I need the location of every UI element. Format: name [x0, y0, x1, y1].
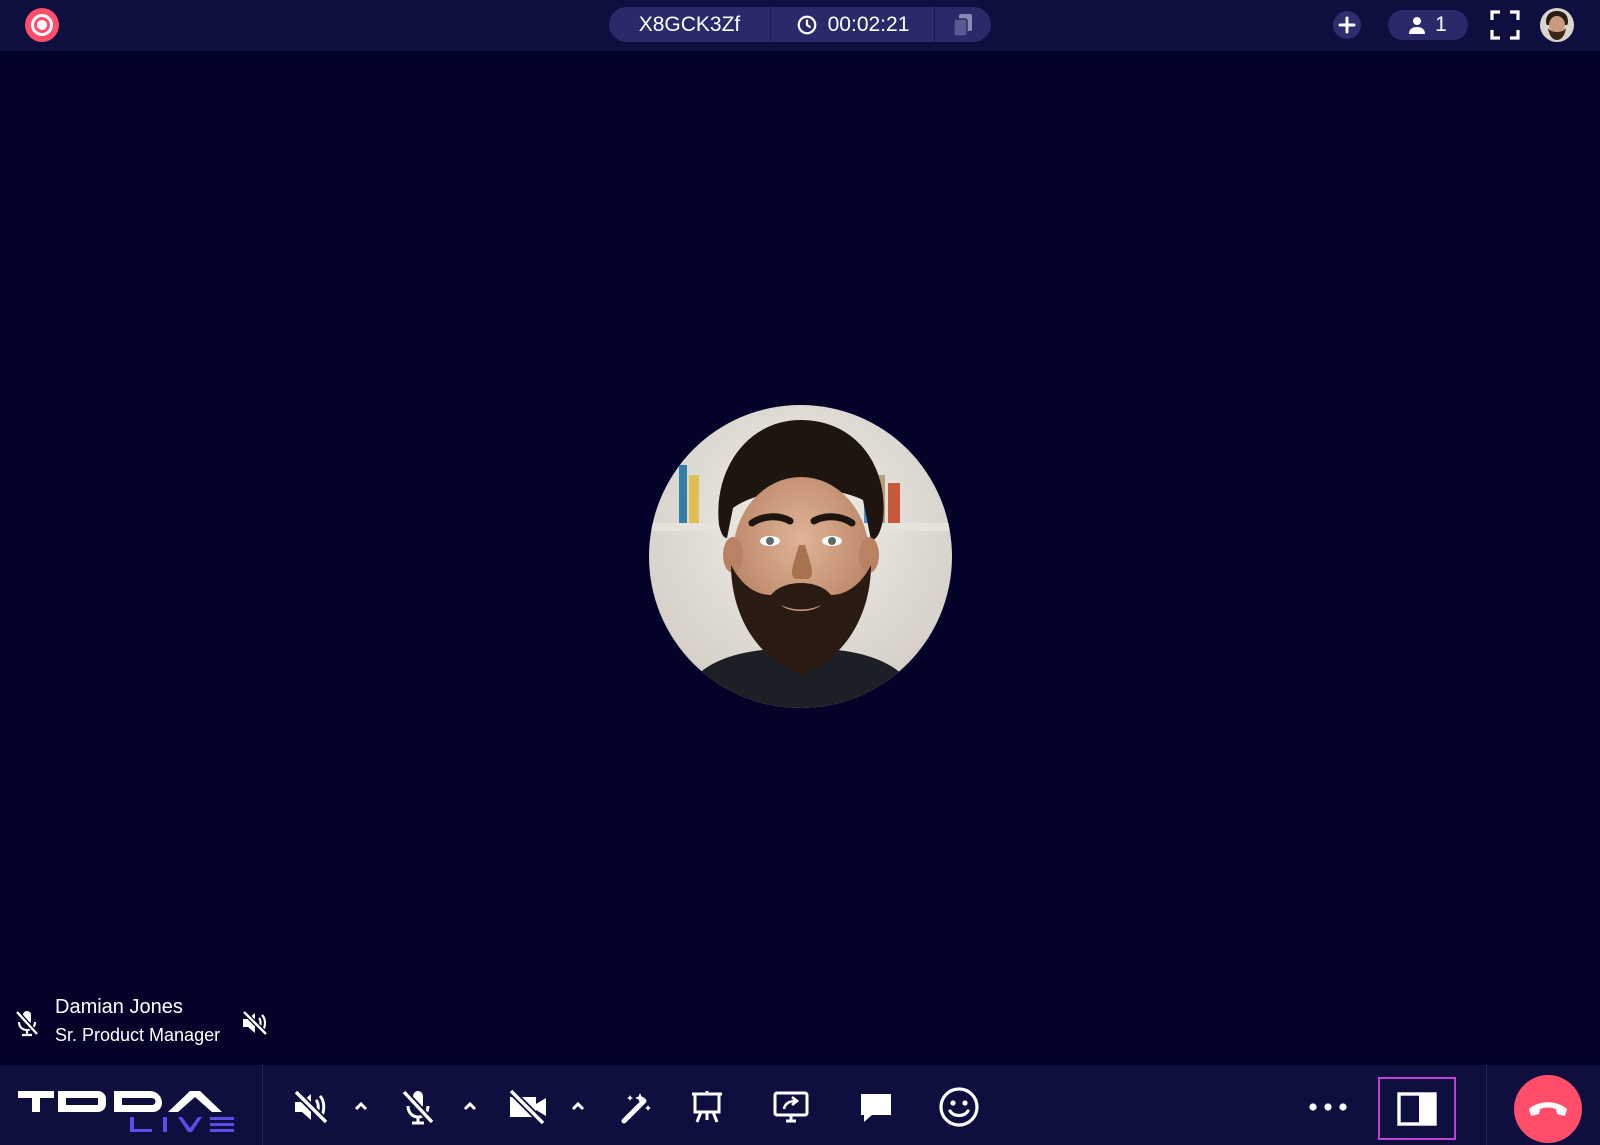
chat-bubble-icon — [861, 1094, 891, 1122]
avatar-image — [1540, 8, 1574, 42]
add-participant-button[interactable] — [1333, 11, 1361, 39]
camera-options-caret[interactable] — [567, 1095, 589, 1117]
screen-share-button[interactable] — [769, 1085, 813, 1129]
participants-button[interactable]: 1 — [1388, 10, 1468, 40]
plus-icon — [1338, 16, 1356, 34]
record-icon — [31, 14, 53, 36]
participant-label: Damian Jones Sr. Product Manager — [12, 994, 282, 1054]
participant-title: Sr. Product Manager — [55, 1025, 221, 1045]
reactions-button[interactable] — [937, 1085, 981, 1129]
participant-photo — [649, 405, 952, 708]
video-call-app: X8GCK3Zf 00:02:21 1 Damian Jones Sr. Pro… — [0, 0, 1600, 1145]
bottom-toolbar — [0, 1065, 1600, 1145]
chevron-up-icon — [463, 1101, 477, 1111]
toolbar-separator — [262, 1065, 263, 1145]
meeting-code[interactable]: X8GCK3Zf — [609, 7, 770, 42]
camera-off-icon — [508, 1088, 546, 1126]
speaker-muted-icon — [293, 1089, 329, 1125]
user-avatar[interactable] — [1540, 8, 1574, 42]
copy-code-button[interactable] — [934, 7, 991, 42]
participant-video-avatar — [649, 405, 952, 708]
call-timer: 00:02:21 — [770, 7, 934, 42]
fullscreen-icon — [1490, 10, 1520, 40]
participant-name: Damian Jones — [55, 996, 183, 1018]
top-bar: X8GCK3Zf 00:02:21 1 — [0, 0, 1600, 51]
layout-sidebar-icon — [1397, 1091, 1437, 1126]
elapsed-time: 00:02:21 — [827, 12, 910, 36]
layout-toggle-button[interactable] — [1378, 1077, 1456, 1140]
more-dots-icon — [1309, 1103, 1347, 1111]
mic-muted-icon — [401, 1089, 435, 1125]
phone-hangup-icon — [1529, 1102, 1567, 1116]
smiley-icon — [939, 1087, 979, 1127]
chat-button[interactable] — [854, 1085, 898, 1129]
toda-live-logo — [18, 1091, 234, 1132]
speaker-muted-icon — [242, 1010, 268, 1036]
mic-options-caret[interactable] — [459, 1095, 481, 1117]
chevron-up-icon — [354, 1101, 368, 1111]
copy-icon — [953, 13, 972, 37]
presentation-board-icon — [692, 1091, 722, 1123]
whiteboard-button[interactable] — [685, 1085, 729, 1129]
fullscreen-button[interactable] — [1490, 10, 1520, 40]
more-options-button[interactable] — [1306, 1085, 1350, 1129]
end-call-button[interactable] — [1514, 1075, 1582, 1143]
speaker-options-caret[interactable] — [350, 1095, 372, 1117]
clock-icon — [797, 15, 816, 34]
person-icon — [1409, 17, 1426, 34]
speaker-toggle-button[interactable] — [289, 1085, 333, 1129]
participant-count: 1 — [1435, 13, 1447, 36]
magic-wand-icon — [621, 1093, 651, 1124]
mic-muted-icon — [15, 1010, 39, 1037]
effects-button[interactable] — [614, 1085, 658, 1129]
camera-toggle-button[interactable] — [506, 1085, 550, 1129]
screen-share-icon — [773, 1091, 809, 1123]
mic-toggle-button[interactable] — [396, 1085, 440, 1129]
record-button[interactable] — [25, 8, 59, 42]
chevron-up-icon — [571, 1101, 585, 1111]
toolbar-separator — [1486, 1065, 1487, 1145]
meeting-info-pill: X8GCK3Zf 00:02:21 — [609, 7, 991, 42]
